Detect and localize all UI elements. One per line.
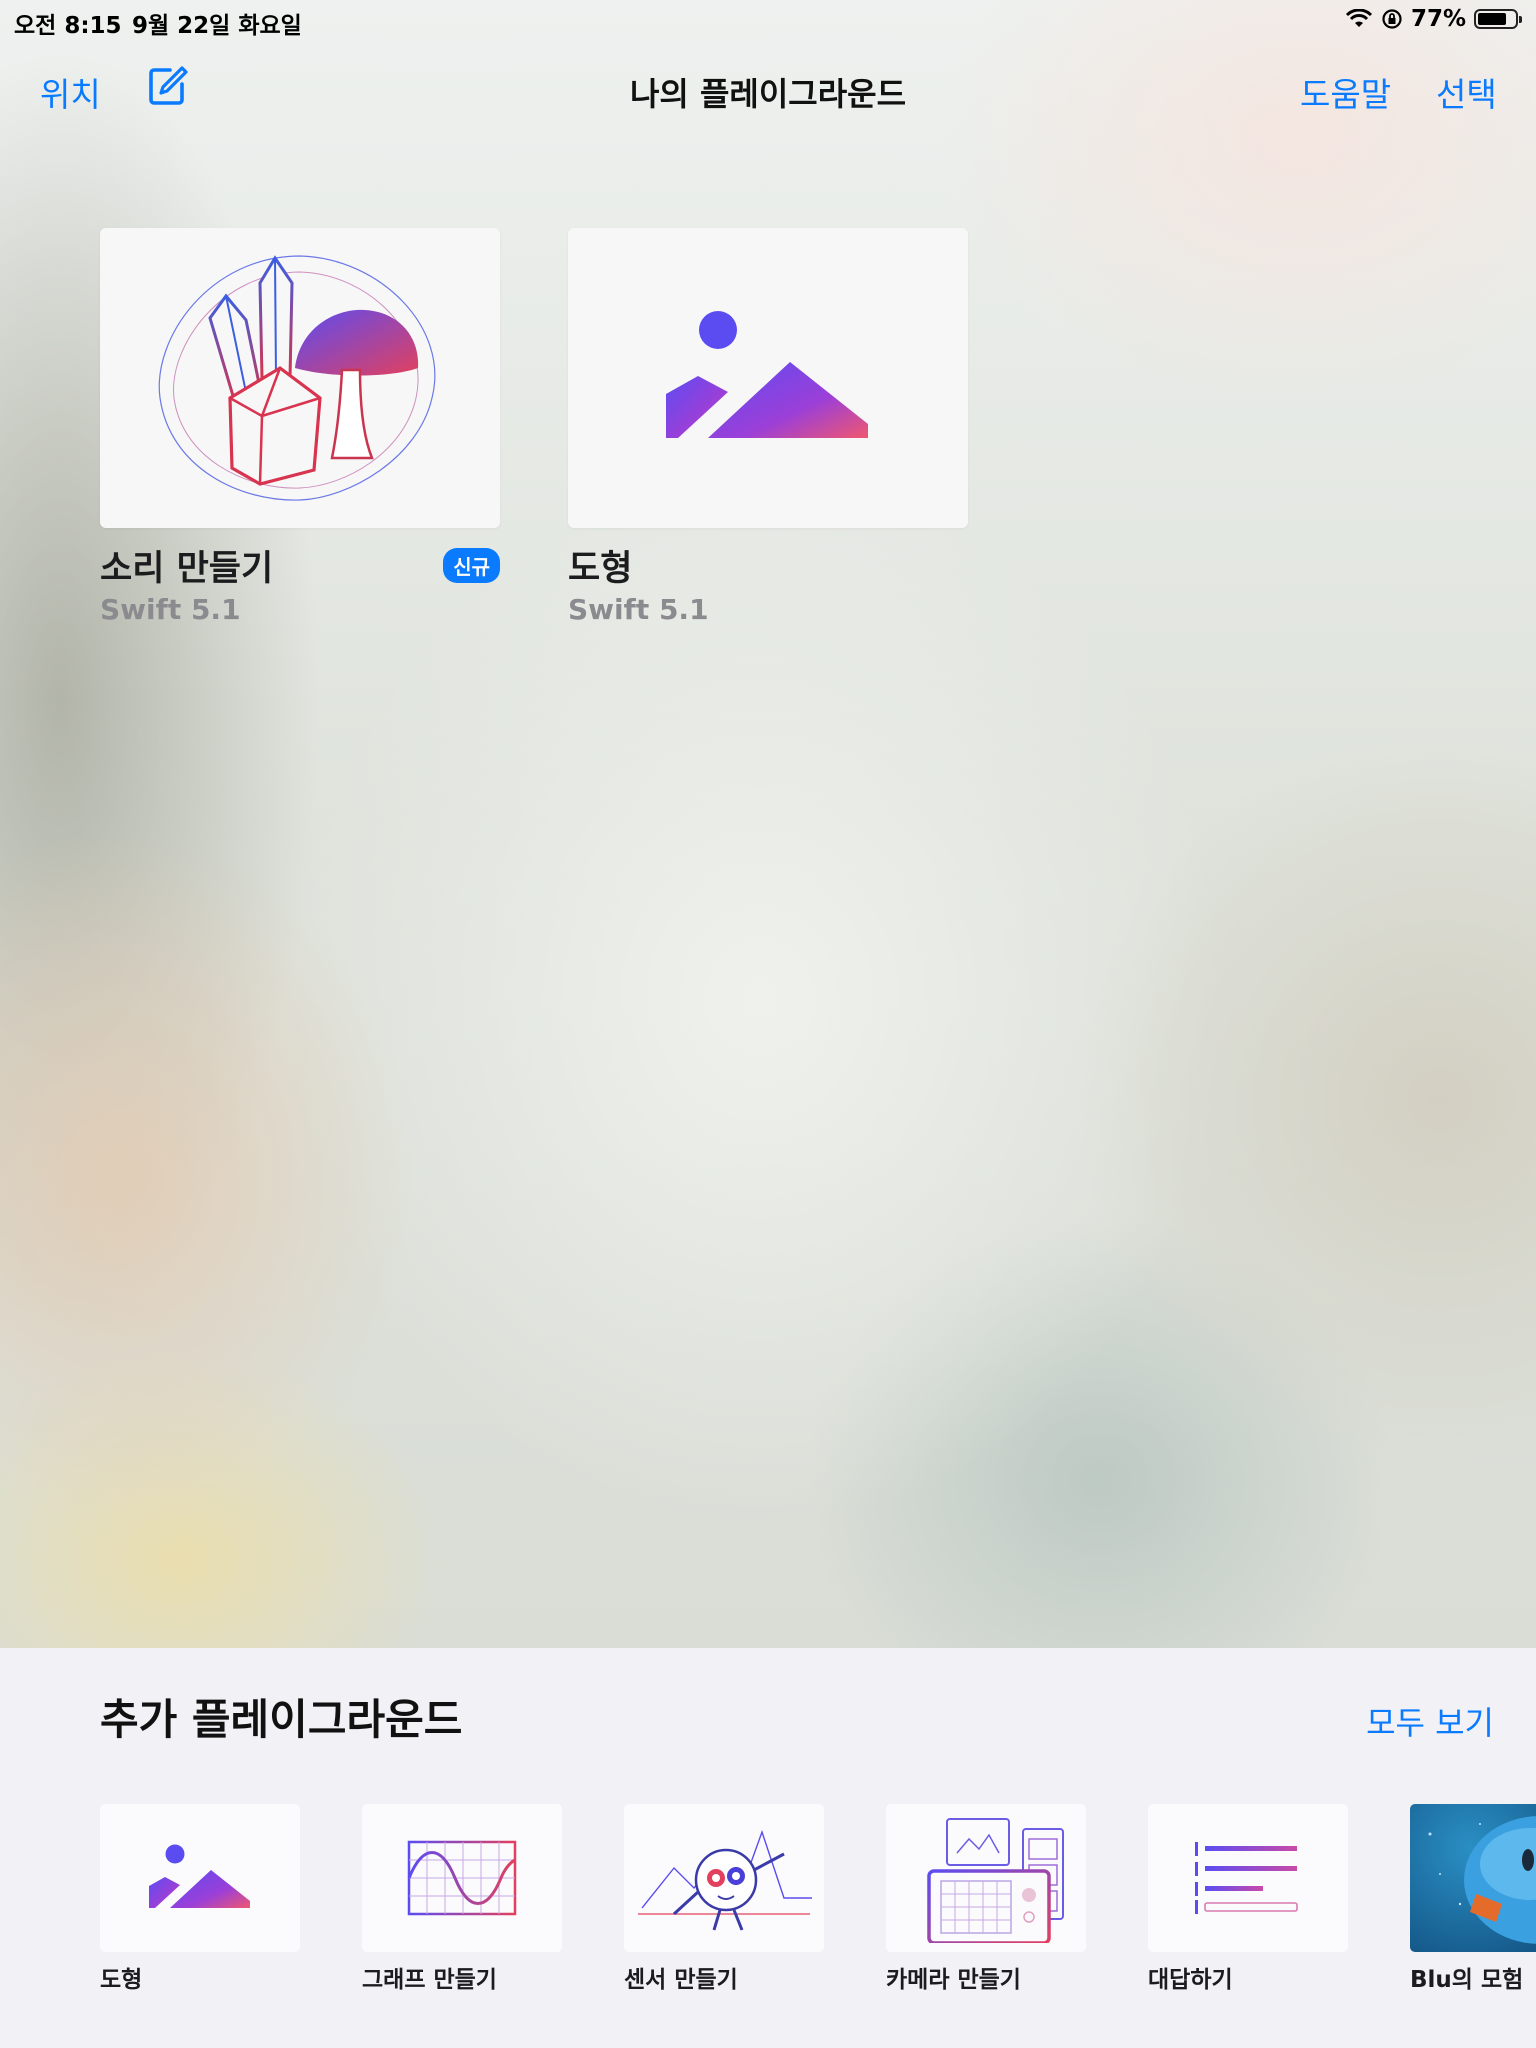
more-item-answers[interactable]: 대답하기 [1148,1804,1348,1994]
playground-thumbnail[interactable] [568,228,968,528]
wifi-icon [1345,9,1372,27]
sensor-character-icon [638,1829,812,1931]
status-right: 77% [1345,6,1522,32]
playground-name: 소리 만들기 [100,549,274,589]
playground-version: Swift 5.1 [100,593,241,626]
sine-graph-icon [407,1840,517,1916]
more-item-label: Blu의 모험 [1410,1967,1524,1993]
more-playgrounds-title: 추가 플레이그라운드 [100,1695,463,1744]
playground-card-sound[interactable]: 소리 만들기 Swift 5.1 신규 [100,228,500,626]
playground-thumbnail[interactable] [100,228,500,528]
playground-version: Swift 5.1 [568,593,709,626]
more-item-label: 대답하기 [1148,1967,1233,1993]
playground-name: 도형 [568,549,633,589]
see-all-button[interactable]: 모두 보기 [1366,1698,1494,1744]
orientation-lock-icon [1382,9,1402,29]
new-badge: 신규 [443,548,500,583]
navigation-bar: 위치 나의 플레이그라운드 도움말 선택 [0,60,1536,120]
more-item-label: 센서 만들기 [624,1967,738,1993]
more-item-camera[interactable]: 카메라 만들기 [886,1804,1086,1994]
more-item-blu[interactable]: Blu의 모험 [1410,1804,1536,1994]
more-item-shapes[interactable]: 도형 [100,1804,300,1994]
camera-windows-icon [927,1818,1064,1943]
blu-character-icon [1428,1816,1536,1944]
battery-icon [1474,9,1522,29]
status-bar: 오전 8:15 9월 22일 화요일 77% [0,0,1536,40]
playground-card-shapes[interactable]: 도형 Swift 5.1 [568,228,968,626]
shapes-mountain-icon [149,1844,250,1908]
more-playgrounds-panel: 추가 플레이그라운드 모두 보기 도형 그래프 만들기 센서 만들기 카메라 만… [0,1648,1536,2048]
crystals-mushroom-icon [158,255,436,501]
more-item-label: 도형 [100,1967,143,1993]
select-button[interactable]: 선택 [1436,68,1497,116]
status-date: 9월 22일 화요일 [132,13,302,39]
battery-percent: 77% [1410,6,1466,32]
more-item-sensor[interactable]: 센서 만들기 [624,1804,824,1994]
more-item-graph[interactable]: 그래프 만들기 [362,1804,562,1994]
more-item-label: 그래프 만들기 [362,1967,497,1993]
more-item-label: 카메라 만들기 [886,1967,1021,1993]
list-lines-icon [1195,1842,1298,1914]
status-time: 오전 8:15 [14,13,122,39]
help-button[interactable]: 도움말 [1300,68,1391,116]
shapes-mountain-icon [666,311,868,438]
